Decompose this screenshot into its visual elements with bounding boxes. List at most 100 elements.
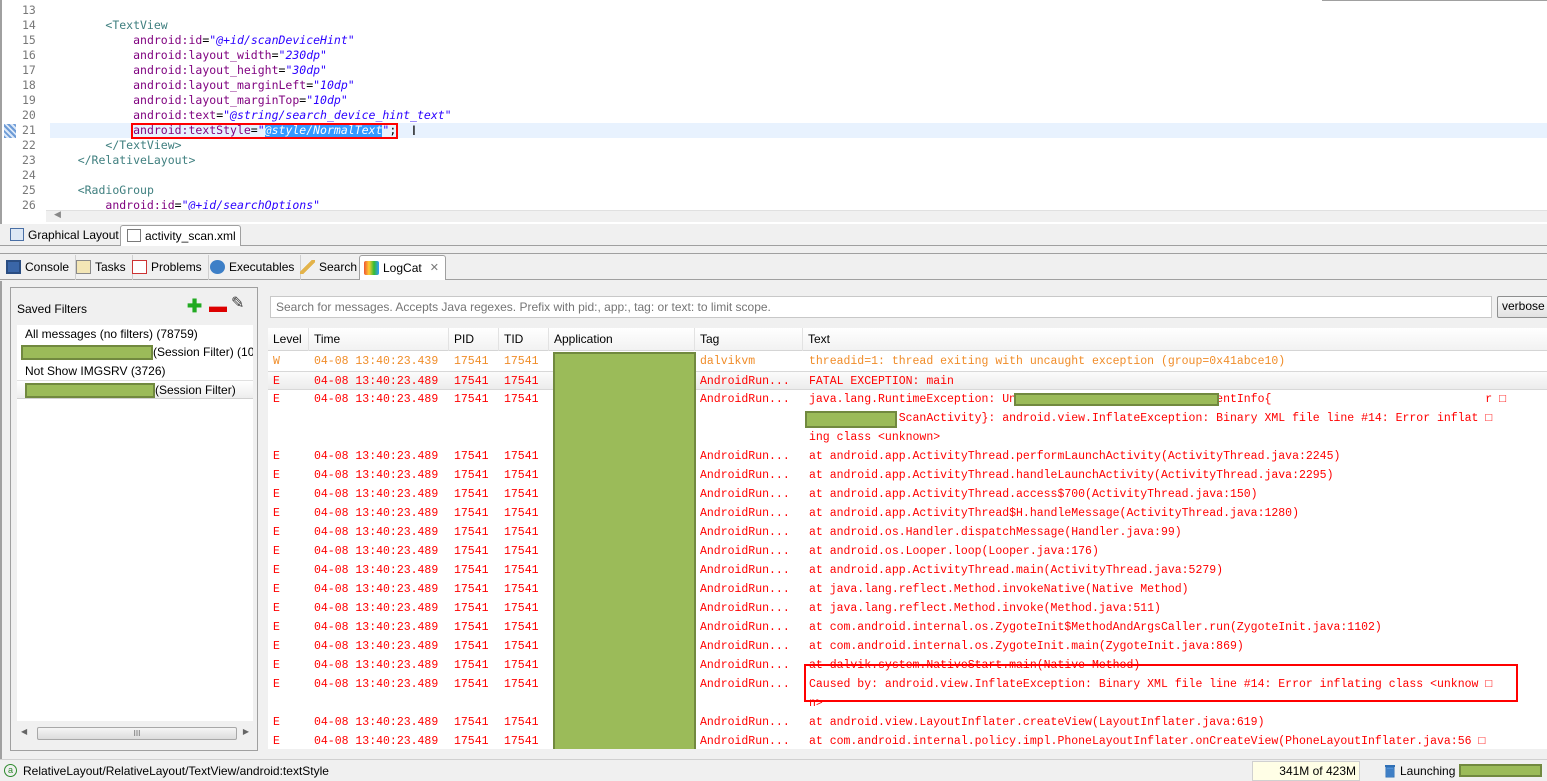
log-cell-pid: 17541 xyxy=(454,393,489,406)
column-header-pid[interactable]: PID xyxy=(449,328,499,351)
scroll-right-icon[interactable]: ▶ xyxy=(243,727,249,736)
log-cell-tid: 17541 xyxy=(504,735,539,748)
tab-executables[interactable]: Executables xyxy=(206,255,302,280)
code-token: <TextView xyxy=(105,18,168,32)
log-cell-pid: 17541 xyxy=(454,640,489,653)
tab-problems[interactable]: Problems xyxy=(128,255,209,280)
log-cell-level: E xyxy=(273,735,280,748)
log-row[interactable]: E 04-08 13:40:23.489 17541 17541 AndroidRun.… xyxy=(268,466,1547,485)
log-row[interactable]: E 04-08 13:40:23.489 17541 17541 AndroidRun.… xyxy=(268,561,1547,580)
log-row[interactable]: E 04-08 13:40:23.489 17541 17541 AndroidRun.… xyxy=(268,637,1547,656)
log-cell-text: at java.lang.reflect.Method.invoke(Metho… xyxy=(809,602,1161,615)
tab-logcat[interactable]: LogCat ✕ xyxy=(359,255,446,280)
log-cell-time: 04-08 13:40:23.489 xyxy=(314,583,439,596)
line-number: 24 xyxy=(22,168,36,182)
remove-filter-icon[interactable]: ▬ xyxy=(209,297,227,315)
code-line[interactable]: <TextView xyxy=(50,18,1547,33)
log-row[interactable]: E 04-08 13:40:23.489 17541 17541 AndroidRun.… xyxy=(268,485,1547,504)
log-row[interactable]: E 04-08 13:40:23.489 17541 17541 AndroidRun.… xyxy=(268,447,1547,466)
log-cell-tag: AndroidRun... xyxy=(700,716,790,729)
filters-horizontal-scrollbar[interactable]: ◀ III ▶ xyxy=(17,725,253,742)
log-row[interactable]: E 04-08 13:40:23.489 17541 17541 AndroidRun.… xyxy=(268,599,1547,618)
editor-horizontal-scrollbar[interactable]: ◀ xyxy=(46,209,1547,222)
log-level-select[interactable]: verbose xyxy=(1497,296,1547,318)
code-line[interactable]: <RadioGroup xyxy=(50,183,1547,198)
log-row[interactable]: E 04-08 13:40:23.489 17541 17541 AndroidRun.… xyxy=(268,542,1547,561)
tab-label: Tasks xyxy=(95,260,126,274)
log-cell-text: ScanActivity}: android.view.InflateExcep… xyxy=(809,412,1493,425)
problems-icon xyxy=(132,260,147,274)
log-cell-tag: AndroidRun... xyxy=(700,450,790,463)
log-table[interactable]: Level Time PID TID Application Tag Text … xyxy=(268,328,1547,749)
column-header-application[interactable]: Application xyxy=(549,328,695,351)
column-header-text[interactable]: Text xyxy=(803,328,1547,351)
column-header-time[interactable]: Time xyxy=(309,328,449,351)
code-line[interactable]: android:layout_height="30dp" xyxy=(50,63,1547,78)
scroll-left-icon[interactable]: ◀ xyxy=(54,209,61,220)
code-line[interactable]: </TextView> xyxy=(50,138,1547,153)
log-cell-level: E xyxy=(273,640,280,653)
filter-item[interactable]: All messages (no filters) (78759) xyxy=(17,325,253,344)
add-filter-icon[interactable]: ✚ xyxy=(187,297,202,315)
code-token: android:layout_height xyxy=(133,63,279,77)
log-cell-tid: 17541 xyxy=(504,393,539,406)
scroll-left-icon[interactable]: ◀ xyxy=(21,727,27,736)
edit-filter-icon[interactable]: ✎ xyxy=(231,296,244,312)
code-line[interactable]: android:layout_width="230dp" xyxy=(50,48,1547,63)
column-header-tag[interactable]: Tag xyxy=(695,328,803,351)
scrollbar-thumb[interactable]: III xyxy=(37,727,237,740)
filter-item[interactable]: (Session Filter) (103) xyxy=(17,343,253,362)
code-line[interactable]: android:text="@string/search_device_hint… xyxy=(50,108,1547,123)
xml-file-icon xyxy=(127,229,141,242)
code-line[interactable] xyxy=(50,3,1547,18)
log-cell-tag: AndroidRun... xyxy=(700,583,790,596)
log-cell-time: 04-08 13:40:23.489 xyxy=(314,602,439,615)
log-row[interactable]: E 04-08 13:40:23.489 17541 17541 AndroidRun.… xyxy=(268,732,1547,749)
tab-label: Executables xyxy=(229,260,295,274)
log-row[interactable]: E 04-08 13:40:23.489 17541 17541 AndroidRun.… xyxy=(268,504,1547,523)
column-header-tid[interactable]: TID xyxy=(499,328,549,351)
log-cell-pid: 17541 xyxy=(454,716,489,729)
xml-editor[interactable]: 13 14 15 16 17 18 19 20 21 22 23 24 25 26 <TextView a… xyxy=(0,0,1547,224)
log-cell-tag: AndroidRun... xyxy=(700,640,790,653)
log-search-input[interactable] xyxy=(270,296,1492,318)
tab-graphical-layout[interactable]: Graphical Layout xyxy=(4,225,123,246)
log-cell-tid: 17541 xyxy=(504,716,539,729)
log-row[interactable]: W 04-08 13:40:23.439 17541 17541 dalvikvm thr… xyxy=(268,352,1547,371)
tab-tasks[interactable]: Tasks xyxy=(72,255,133,280)
log-row[interactable]: E 04-08 13:40:23.489 17541 17541 AndroidRun.… xyxy=(268,618,1547,637)
column-header-level[interactable]: Level xyxy=(268,328,309,351)
log-row[interactable]: E 04-08 13:40:23.489 17541 17541 AndroidRun.… xyxy=(268,371,1547,390)
log-cell-pid: 17541 xyxy=(454,526,489,539)
heap-status[interactable]: 341M of 423M xyxy=(1252,761,1360,781)
tab-search[interactable]: Search xyxy=(296,255,365,280)
log-cell-tag: AndroidRun... xyxy=(700,545,790,558)
console-icon xyxy=(6,260,21,274)
tab-activity-scan-xml[interactable]: activity_scan.xml xyxy=(120,225,241,246)
log-row[interactable]: E 04-08 13:40:23.489 17541 17541 AndroidRun.… xyxy=(268,523,1547,542)
code-token: "10dp" xyxy=(306,93,348,107)
tab-console[interactable]: Console xyxy=(2,255,77,280)
redacted-package-name xyxy=(805,411,897,428)
attribute-icon: a xyxy=(4,764,17,777)
filter-item[interactable]: Not Show IMGSRV (3726) xyxy=(17,362,253,381)
log-cell-pid: 17541 xyxy=(454,659,489,672)
log-cell-level: E xyxy=(273,375,280,388)
code-line[interactable]: android:layout_marginLeft="10dp" xyxy=(50,78,1547,93)
code-line[interactable]: android:id="@+id/scanDeviceHint" xyxy=(50,33,1547,48)
editor-tab-bar: Graphical Layout activity_scan.xml xyxy=(0,224,1547,246)
log-row[interactable]: E 04-08 13:40:23.489 17541 17541 AndroidRun.… xyxy=(268,390,1547,447)
log-cell-time: 04-08 13:40:23.439 xyxy=(314,355,439,368)
log-row[interactable]: E 04-08 13:40:23.489 17541 17541 AndroidRun.… xyxy=(268,713,1547,732)
code-line[interactable] xyxy=(50,168,1547,183)
log-row[interactable]: E 04-08 13:40:23.489 17541 17541 AndroidRun.… xyxy=(268,580,1547,599)
close-icon[interactable]: ✕ xyxy=(430,261,439,274)
redacted-launch-target xyxy=(1459,764,1542,777)
filter-item[interactable]: (Session Filter) xyxy=(17,380,253,399)
log-cell-tag: AndroidRun... xyxy=(700,507,790,520)
code-line[interactable]: android:layout_marginTop="10dp" xyxy=(50,93,1547,108)
code-line[interactable]: </RelativeLayout> xyxy=(50,153,1547,168)
trash-icon[interactable] xyxy=(1384,763,1396,778)
